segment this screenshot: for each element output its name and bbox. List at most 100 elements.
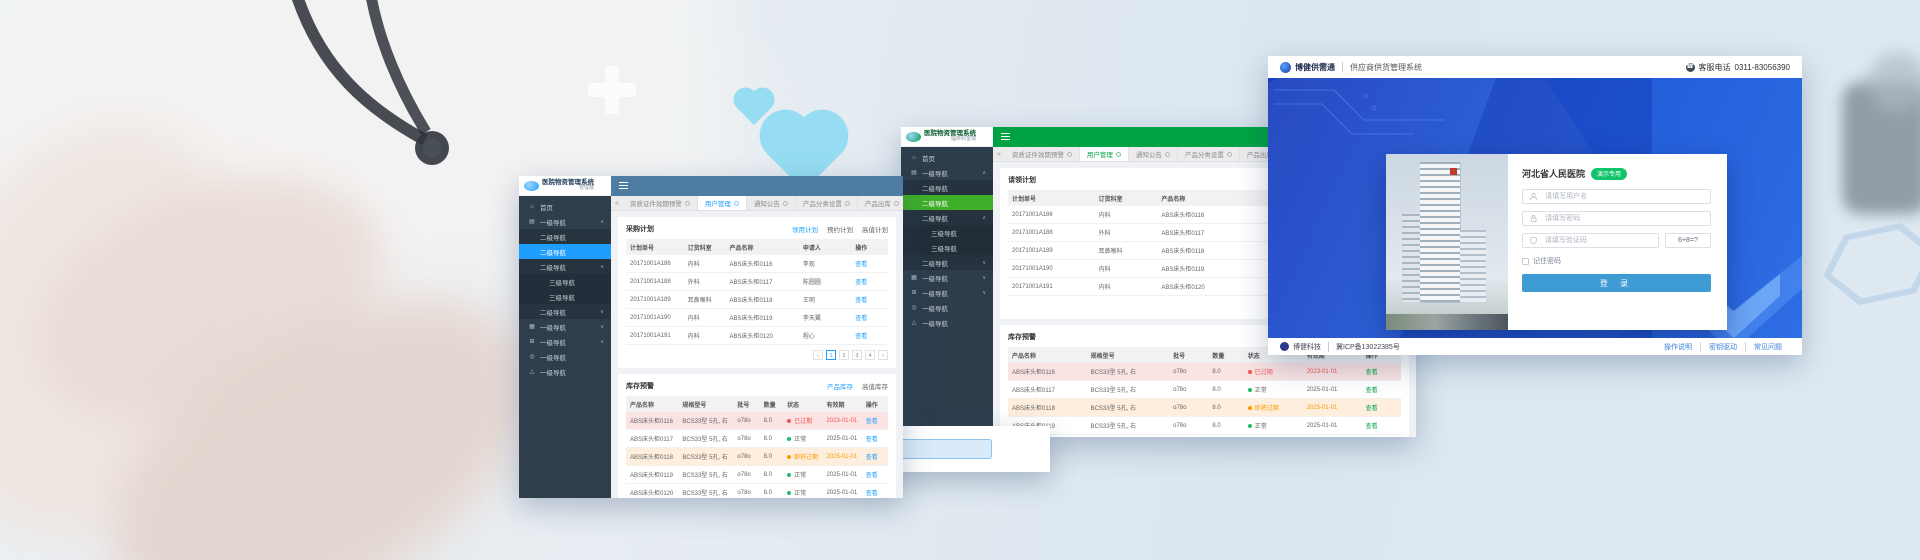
link-highvalue-stock[interactable]: 高值库存 <box>862 381 888 391</box>
status-badge: 正常 <box>1244 417 1303 435</box>
username-input[interactable] <box>1543 192 1704 201</box>
sidebar-item-nav1[interactable]: ◎一级导航 <box>519 349 611 364</box>
sidebar-item-nav1[interactable]: △一级导航 <box>519 364 611 379</box>
footer-link-manual[interactable]: 操作说明 <box>1656 342 1700 352</box>
tab-close-icon[interactable] <box>685 201 690 206</box>
tab-notice[interactable]: 通知公告 <box>747 196 796 210</box>
app-subtitle: 临床科室端 <box>924 137 976 143</box>
collapse-tabs-icon[interactable]: « <box>993 151 1005 158</box>
hand-shape <box>0 84 298 560</box>
link-reservation-plan[interactable]: 预约计划 <box>827 224 853 234</box>
product-cell: ABS床头柜0117 <box>1157 224 1267 242</box>
pagination-page[interactable]: 4 <box>865 350 875 360</box>
sidebar-item-nav2-active[interactable]: 二级导航 <box>519 244 611 259</box>
view-link[interactable]: 查看 <box>866 455 878 461</box>
checkbox-icon[interactable] <box>1522 258 1529 265</box>
sidebar-item-nav2[interactable]: 二级导航 <box>901 180 993 195</box>
spec-cell: BCS33型 5孔, 右 <box>1087 381 1170 399</box>
sidebar-item-nav1[interactable]: ▦一级导航∨ <box>901 270 993 285</box>
view-link[interactable]: 查看 <box>855 298 867 304</box>
view-link[interactable]: 查看 <box>855 262 867 268</box>
tab-certificate-warning[interactable]: 资质证件效期预警 <box>1005 147 1080 161</box>
sidebar-item-nav2[interactable]: 二级导航∨ <box>519 304 611 319</box>
view-link[interactable]: 查看 <box>866 419 878 425</box>
sidebar-item-nav1[interactable]: ▤一级导航∧ <box>901 165 993 180</box>
captcha-question[interactable]: 6+8=? <box>1665 233 1711 248</box>
tab-user-management[interactable]: 用户管理 <box>698 196 747 210</box>
view-link[interactable]: 查看 <box>1366 388 1378 394</box>
product-cell: ABS床头柜0116 <box>1157 206 1267 224</box>
tab-certificate-warning[interactable]: 资质证件效期预警 <box>623 196 698 210</box>
hamburger-icon[interactable] <box>619 185 628 187</box>
captcha-input[interactable] <box>1543 236 1652 245</box>
collapse-tabs-icon[interactable]: « <box>611 200 623 207</box>
hospital-building-image <box>1386 154 1508 330</box>
tab-close-icon[interactable] <box>845 201 850 206</box>
pagination-page[interactable]: 3 <box>852 350 862 360</box>
qty-cell: 8.0 <box>760 412 784 430</box>
view-link[interactable]: 查看 <box>1366 424 1378 430</box>
sidebar-item-nav2[interactable]: 二级导航∨ <box>901 255 993 270</box>
status-badge: 已过期 <box>783 412 822 430</box>
link-requisition-plan[interactable]: 领用计划 <box>792 224 818 234</box>
sidebar-item-nav1[interactable]: ⊞一级导航∨ <box>519 334 611 349</box>
tab-close-icon[interactable] <box>1116 152 1121 157</box>
view-link[interactable]: 查看 <box>855 334 867 340</box>
view-link[interactable]: 查看 <box>866 491 878 497</box>
username-field[interactable] <box>1522 189 1711 204</box>
tab-product-category[interactable]: 产品分类设置 <box>796 196 858 210</box>
pagination-prev[interactable]: ‹ <box>813 350 823 360</box>
sidebar-item-nav2-active[interactable]: 二级导航 <box>901 195 993 210</box>
tab-product-outbound[interactable]: 产品出库 <box>858 196 903 210</box>
tab-close-icon[interactable] <box>894 201 899 206</box>
password-input[interactable] <box>1543 214 1704 223</box>
pagination-next[interactable]: › <box>878 350 888 360</box>
home-icon: ⌂ <box>910 155 918 161</box>
tab-notice[interactable]: 通知公告 <box>1129 147 1178 161</box>
tab-close-icon[interactable] <box>1227 152 1232 157</box>
sidebar-item-nav1[interactable]: ◎一级导航 <box>901 300 993 315</box>
tab-close-icon[interactable] <box>783 201 788 206</box>
remember-password[interactable]: 记住密码 <box>1522 256 1711 266</box>
captcha-field[interactable] <box>1522 233 1659 248</box>
sidebar-item-nav1[interactable]: △一级导航 <box>901 315 993 330</box>
password-field[interactable] <box>1522 211 1711 226</box>
batch-cell: o78o <box>733 466 759 484</box>
sidebar-item-nav3[interactable]: 三级导航 <box>519 289 611 304</box>
view-link[interactable]: 查看 <box>1366 406 1378 412</box>
footer-link-driver[interactable]: 密钥驱动 <box>1700 342 1745 352</box>
sidebar-item-nav1[interactable]: ▦一级导航∨ <box>519 319 611 334</box>
pagination-page[interactable]: 2 <box>839 350 849 360</box>
sidebar-item-nav3[interactable]: 三级导航 <box>901 240 993 255</box>
login-button[interactable]: 登 录 <box>1522 274 1711 292</box>
link-highvalue-plan[interactable]: 高值计划 <box>862 224 888 234</box>
sidebar-item-nav1[interactable]: ▤一级导航∧ <box>519 214 611 229</box>
sidebar-item-home[interactable]: ⌂首页 <box>519 199 611 214</box>
pagination-page[interactable]: 1 <box>826 350 836 360</box>
sidebar-item-nav1[interactable]: ⊞一级导航∨ <box>901 285 993 300</box>
hexagon-outline <box>1825 224 1920 303</box>
tab-close-icon[interactable] <box>734 201 739 206</box>
plan-table-row: 20171001A189 耳鼻喉科 ABS床头柜0118 王明 查看 <box>626 291 888 309</box>
status-badge: 正常 <box>783 466 822 484</box>
tab-close-icon[interactable] <box>1165 152 1170 157</box>
hamburger-icon[interactable] <box>1001 136 1010 138</box>
view-link[interactable]: 查看 <box>866 473 878 479</box>
sidebar-item-nav2[interactable]: 二级导航 <box>519 229 611 244</box>
view-link[interactable]: 查看 <box>855 316 867 322</box>
sidebar-item-nav3[interactable]: 三级导航 <box>901 225 993 240</box>
view-link[interactable]: 查看 <box>866 437 878 443</box>
sidebar-item-nav3[interactable]: 三级导航 <box>519 274 611 289</box>
service-phone: ☎ 客服电话 0311-83056390 <box>1686 62 1790 73</box>
sidebar-item-home[interactable]: ⌂首页 <box>901 150 993 165</box>
sidebar-item-nav2[interactable]: 二级导航∧ <box>519 259 611 274</box>
link-product-stock[interactable]: 产品库存 <box>827 381 853 391</box>
tab-product-category[interactable]: 产品分类设置 <box>1178 147 1240 161</box>
sidebar-item-nav2[interactable]: 二级导航∧ <box>901 210 993 225</box>
view-link[interactable]: 查看 <box>855 280 867 286</box>
plan-id-cell: 20171001A190 <box>626 309 684 327</box>
tab-user-management[interactable]: 用户管理 <box>1080 147 1129 161</box>
footer-link-faq[interactable]: 常见问题 <box>1745 342 1790 352</box>
tab-close-icon[interactable] <box>1067 152 1072 157</box>
view-link[interactable]: 查看 <box>1366 370 1378 376</box>
